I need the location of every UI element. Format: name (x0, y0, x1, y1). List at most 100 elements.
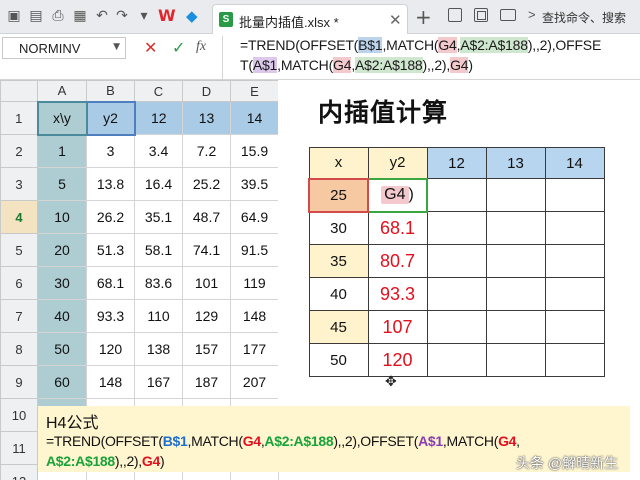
sheet-cell[interactable]: 101 (182, 266, 231, 300)
sheet-cell[interactable]: 91.5 (230, 233, 279, 267)
x-value-cell[interactable]: 30 (308, 211, 369, 245)
formula-text-line-1[interactable]: =TREND(OFFSET(B$1,MATCH(G4,A$2:A$188),,2… (240, 37, 601, 53)
empty-cell[interactable] (485, 211, 546, 245)
x-value-cell[interactable]: 40 (308, 277, 369, 311)
x-value-cell[interactable]: 35 (308, 244, 369, 278)
empty-cell[interactable] (485, 343, 546, 377)
sheet-cell[interactable]: 187 (182, 365, 231, 399)
formula-text-line-2[interactable]: T(A$1,MATCH(G4,A$2:A$188),,2),G4) (240, 57, 473, 73)
column-header-e[interactable]: E (230, 80, 279, 102)
print-icon[interactable]: ▦ (72, 8, 88, 24)
sheet-cell[interactable]: 148 (230, 299, 279, 333)
sheet-cell[interactable]: 7.2 (182, 134, 231, 168)
sheet-cell[interactable]: 129 (182, 299, 231, 333)
row-header[interactable]: 7 (0, 299, 38, 333)
sheet-cell[interactable]: 74.1 (182, 233, 231, 267)
row-header[interactable]: 12 (0, 464, 38, 480)
empty-cell[interactable] (544, 310, 605, 344)
document-icon[interactable]: ▤ (28, 8, 44, 24)
sheet-cell[interactable]: 5 (37, 167, 87, 201)
empty-cell[interactable] (485, 277, 546, 311)
sheet-cell[interactable]: 13.8 (86, 167, 135, 201)
close-icon[interactable]: ✕ (389, 11, 402, 29)
column-header-c[interactable]: C (134, 80, 183, 102)
sheet-cell[interactable]: x\y (36, 100, 88, 136)
sheet-cell[interactable]: 83.6 (134, 266, 183, 300)
sheet-cell[interactable]: 48.7 (182, 200, 231, 234)
sheet-cell[interactable]: 177 (230, 332, 279, 366)
cancel-icon[interactable]: ✕ (144, 38, 157, 57)
sheet-cell[interactable]: y2 (85, 100, 136, 136)
row-header[interactable]: 10 (0, 398, 38, 432)
sheet-cell[interactable]: 64.9 (230, 200, 279, 234)
sheet-cell[interactable]: 58.1 (134, 233, 183, 267)
sheet-cell[interactable]: 14 (230, 101, 279, 135)
row-header[interactable]: 4 (0, 200, 38, 234)
sheet-cell[interactable]: 30 (37, 266, 87, 300)
sheet-cell[interactable]: 60 (37, 365, 87, 399)
row-header[interactable]: 11 (0, 431, 38, 465)
sheet-cell[interactable]: 120 (86, 332, 135, 366)
empty-cell[interactable] (485, 178, 546, 212)
empty-cell[interactable] (544, 343, 605, 377)
sheet-cell[interactable]: 16.4 (134, 167, 183, 201)
sheet-cell[interactable]: 13 (182, 101, 231, 135)
column-header-d[interactable]: D (182, 80, 231, 102)
sheet-cell[interactable]: 51.3 (86, 233, 135, 267)
wps-logo-icon[interactable]: W (158, 7, 176, 25)
sheet-cell[interactable]: 10 (37, 200, 87, 234)
empty-cell[interactable] (544, 244, 605, 278)
empty-cell[interactable] (544, 211, 605, 245)
x-value-cell[interactable]: 45 (308, 310, 369, 344)
sheet-cell[interactable]: 68.1 (86, 266, 135, 300)
sheet-cell[interactable]: 157 (182, 332, 231, 366)
row-header[interactable]: 8 (0, 332, 38, 366)
chevron-down-icon[interactable]: ▾ (136, 8, 152, 24)
sheet-cell[interactable]: 20 (37, 233, 87, 267)
sheet-cell[interactable]: 167 (134, 365, 183, 399)
empty-cell[interactable] (426, 178, 487, 212)
restore-icon[interactable] (474, 8, 488, 22)
x-value-cell[interactable]: 25 (308, 177, 369, 213)
empty-cell[interactable] (426, 211, 487, 245)
empty-cell[interactable] (426, 277, 487, 311)
y-value-cell[interactable]: 80.7 (367, 244, 428, 278)
new-tab-icon[interactable]: + (415, 5, 432, 29)
sheet-cell[interactable]: 35.1 (134, 200, 183, 234)
sheet-cell[interactable]: 3.4 (134, 134, 183, 168)
y-value-cell[interactable]: 93.3 (367, 277, 428, 311)
window-icon[interactable] (448, 8, 462, 22)
command-search[interactable]: 查找命令、搜索 (542, 9, 626, 26)
table-header-cell[interactable]: 13 (485, 147, 546, 179)
empty-cell[interactable] (485, 310, 546, 344)
sheet-cell[interactable]: 207 (230, 365, 279, 399)
sheet-cell[interactable]: 119 (230, 266, 279, 300)
y-value-cell[interactable]: 107 (367, 310, 428, 344)
y-value-cell[interactable]: 120 (367, 343, 428, 377)
row-header[interactable]: 2 (0, 134, 38, 168)
sheet-cell[interactable]: 26.2 (86, 200, 135, 234)
empty-cell[interactable] (426, 310, 487, 344)
column-header-b[interactable]: B (86, 80, 135, 102)
tab-workbook[interactable]: S 批量内插值.xlsx * ✕ (212, 4, 408, 34)
table-header-cell[interactable]: y2 (367, 147, 428, 179)
sheet-cell[interactable]: 1 (37, 134, 87, 168)
y-value-cell[interactable]: 68.1 (367, 211, 428, 245)
row-header[interactable]: 5 (0, 233, 38, 267)
screen-icon[interactable] (500, 9, 516, 21)
sheet-cell[interactable]: 3 (86, 134, 135, 168)
undo-icon[interactable]: ↶ (94, 8, 110, 24)
empty-cell[interactable] (544, 178, 605, 212)
redo-icon[interactable]: ↷ (114, 8, 130, 24)
sheet-cell[interactable]: 15.9 (230, 134, 279, 168)
row-header[interactable]: 3 (0, 167, 38, 201)
editing-cell[interactable]: G4) (367, 177, 428, 213)
table-header-cell[interactable]: 14 (544, 147, 605, 179)
row-header[interactable]: 9 (0, 365, 38, 399)
insert-function-icon[interactable]: fx (196, 39, 206, 55)
table-header-cell[interactable]: 12 (426, 147, 487, 179)
select-all-corner[interactable] (0, 80, 38, 102)
sheet-cell[interactable]: 93.3 (86, 299, 135, 333)
sheet-cell[interactable]: 138 (134, 332, 183, 366)
empty-cell[interactable] (544, 277, 605, 311)
